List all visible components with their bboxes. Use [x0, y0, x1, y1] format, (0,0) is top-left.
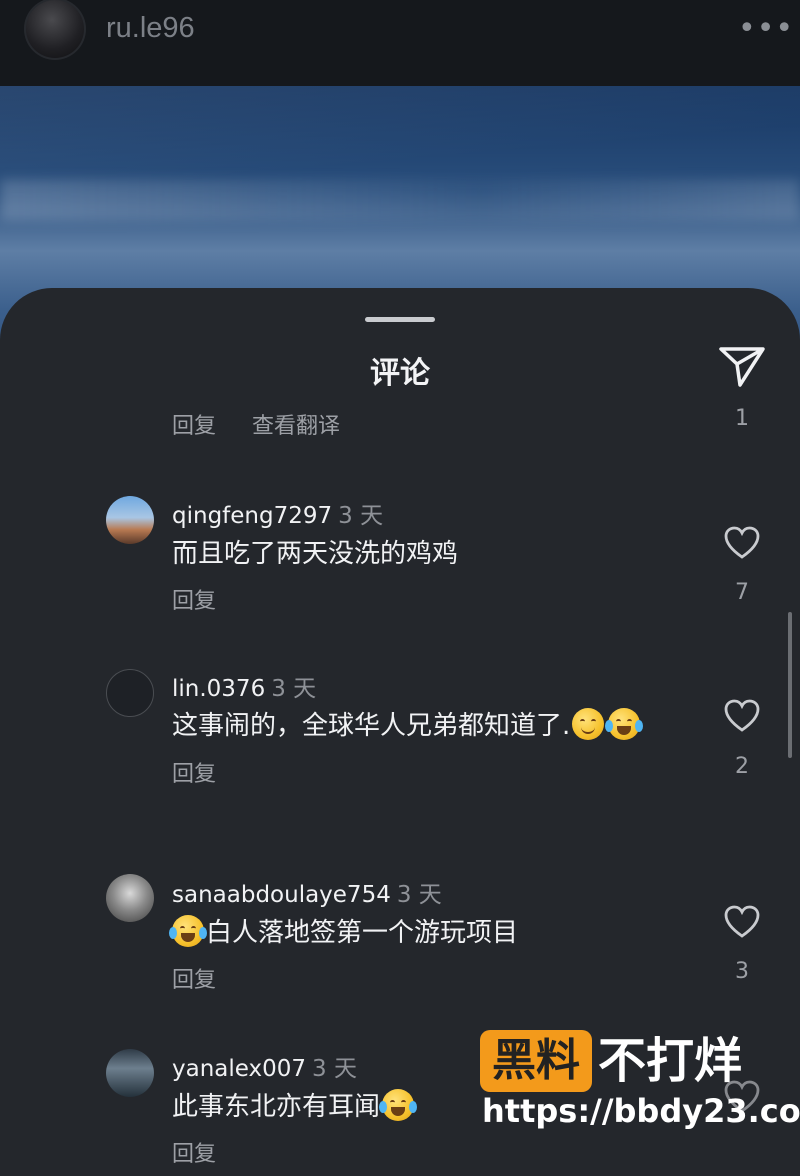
- watermark-text: 不打烊: [598, 1033, 743, 1089]
- comment-time: 3 天: [338, 503, 384, 529]
- comment-time: 3 天: [312, 1056, 357, 1082]
- send-paper-plane-icon[interactable]: [718, 344, 766, 388]
- sheet-drag-handle[interactable]: [365, 317, 435, 322]
- tears-of-joy-emoji-icon: [379, 1089, 418, 1121]
- avatar[interactable]: [106, 874, 154, 922]
- more-horizontal-icon[interactable]: •••: [738, 12, 793, 46]
- heart-icon[interactable]: [724, 905, 760, 939]
- comment-text: 白人落地签第一个游玩项目: [206, 918, 519, 948]
- like-count: 3: [735, 959, 749, 984]
- comment-meta: yanalex007 3 天: [172, 1049, 357, 1083]
- reply-button[interactable]: 回复: [172, 408, 216, 440]
- avatar[interactable]: [106, 496, 154, 544]
- reply-button[interactable]: 回复: [172, 756, 216, 788]
- comment-username[interactable]: lin.0376: [172, 676, 265, 702]
- author-username[interactable]: ru.le96: [106, 12, 195, 45]
- comment-username[interactable]: sanaabdoulaye754: [172, 882, 391, 908]
- reply-button[interactable]: 回复: [172, 962, 216, 994]
- author-avatar[interactable]: [24, 0, 86, 60]
- comment-username[interactable]: qingfeng7297: [172, 503, 332, 529]
- translate-button[interactable]: 查看翻译: [252, 408, 340, 440]
- reply-button[interactable]: 回复: [172, 583, 216, 615]
- watermark-url: https://bbdy23.com: [482, 1092, 800, 1130]
- like-count: 2: [735, 754, 749, 779]
- sheet-title: 评论: [370, 356, 430, 391]
- comment-meta: qingfeng7297 3 天: [172, 496, 383, 530]
- avatar[interactable]: [106, 669, 154, 717]
- tears-of-joy-emoji-icon: [169, 915, 207, 947]
- heart-icon[interactable]: [724, 526, 760, 560]
- smiling-face-emoji-icon: [572, 708, 605, 740]
- comment-username[interactable]: yanalex007: [172, 1056, 306, 1082]
- cloud-streak: [0, 180, 800, 220]
- post-header: ru.le96 •••: [0, 0, 800, 86]
- comment-text: 而且吃了两天没洗的鸡鸡: [172, 539, 459, 569]
- comment-text-row: 这事闹的，全球华人兄弟都知道了.: [172, 705, 644, 742]
- watermark-badge: 黑料: [480, 1030, 592, 1092]
- comment-text: 此事东北亦有耳闻: [172, 1092, 381, 1122]
- heart-icon[interactable]: [724, 699, 760, 733]
- comment-text: 这事闹的，全球华人兄弟都知道了.: [172, 711, 571, 741]
- comment-text-row: 白人落地签第一个游玩项目: [169, 912, 519, 949]
- comment-meta: sanaabdoulaye754 3 天: [172, 875, 442, 909]
- comment-time: 3 天: [271, 676, 317, 702]
- avatar[interactable]: [106, 1049, 154, 1097]
- like-count: 7: [735, 580, 749, 605]
- comment-time: 3 天: [396, 882, 442, 908]
- comment-text-row: 此事东北亦有耳闻: [172, 1086, 418, 1123]
- comment-meta: lin.0376 3 天: [172, 669, 316, 703]
- scrollbar[interactable]: [788, 612, 792, 758]
- tears-of-joy-emoji-icon: [605, 708, 644, 740]
- reply-button[interactable]: 回复: [172, 1136, 216, 1168]
- like-count: 1: [735, 406, 749, 431]
